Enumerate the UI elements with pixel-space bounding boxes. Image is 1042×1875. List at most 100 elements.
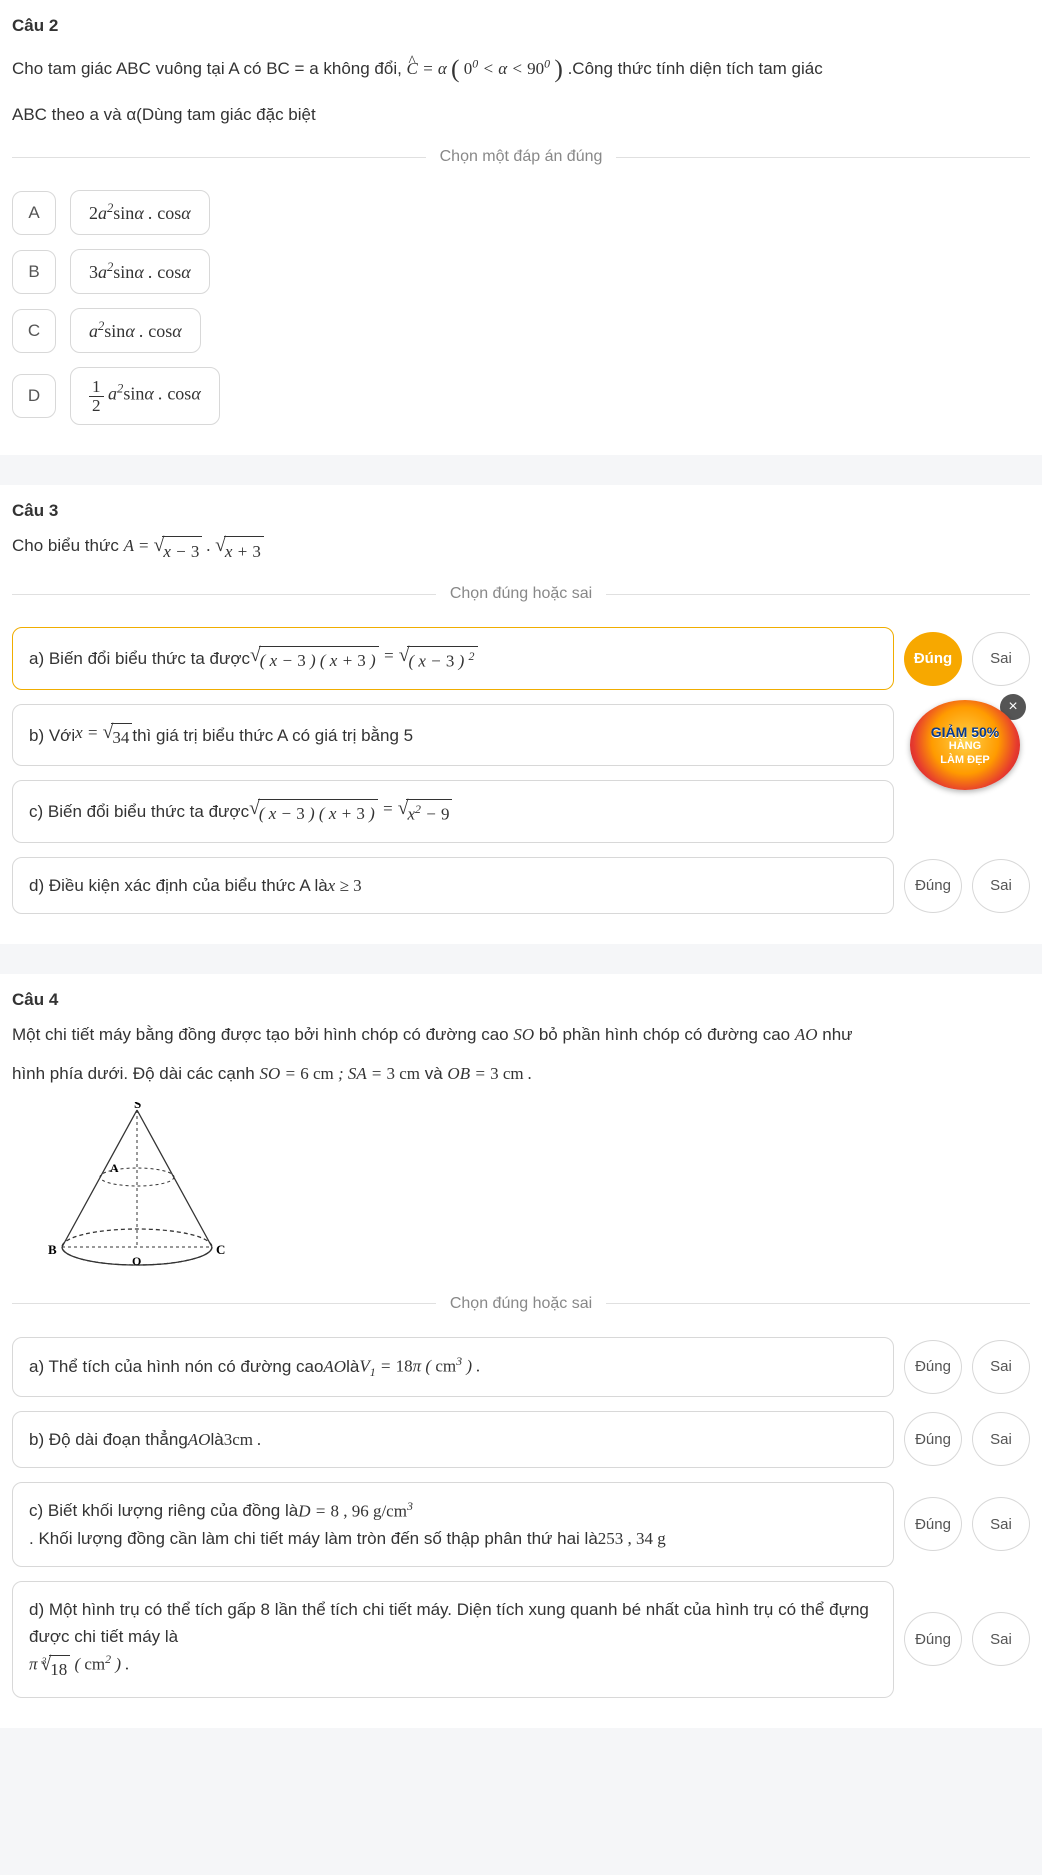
math-expression: C = α ( 00 < α < 900 ) [407,59,563,78]
math-expression: √ ( x − 3 ) ( x + 3 ) = √ ( x − 3 ) 2 [250,642,477,675]
option-d-radio[interactable]: D [12,374,56,418]
true-button[interactable]: Đúng [904,1340,962,1394]
label-o: O [132,1254,141,1268]
option-b-row: B 3a2sinα . cosα [12,249,1030,294]
statement-d-row: d) Điều kiện xác định của biểu thức A là… [12,857,1030,914]
question-title: Câu 3 [12,501,1030,521]
true-button[interactable]: Đúng [904,859,962,913]
statement-c-row: c) Biến đổi biểu thức ta được √ ( x − 3 … [12,780,1030,843]
text-fragment: Cho tam giác ABC vuông tại A có BC = a k… [12,59,407,78]
text-fragment: là [346,1353,359,1380]
false-button[interactable]: Sai [972,632,1030,686]
true-button[interactable]: Đúng [904,632,962,686]
statement-a[interactable]: a) Biến đổi biểu thức ta được √ ( x − 3 … [12,627,894,690]
math-expression: AO [795,1025,818,1044]
text-fragment: như [822,1025,852,1044]
divider-label: Chọn đúng hoặc sai [436,585,606,603]
text-fragment: b) Với [29,722,75,749]
text-fragment: b) Độ dài đoạn thẳng [29,1426,188,1453]
option-b-content[interactable]: 3a2sinα . cosα [70,249,210,294]
true-button[interactable]: Đúng [904,1412,962,1466]
text-fragment: .Công thức tính diện tích tam giác [568,59,823,78]
math-expression: π 3√18 ( cm2 ) . [29,1650,130,1683]
true-button[interactable]: Đúng [904,1497,962,1551]
text-fragment: a) Biến đổi biểu thức ta được [29,645,250,672]
math-expression: 2a2sinα . cosα [89,201,191,224]
statement-b[interactable]: b) Với x = √34 thì giá trị biểu thức A c… [12,704,894,766]
true-button[interactable]: Đúng [904,1612,962,1666]
text-fragment: là [210,1426,223,1453]
option-d-row: D 12 a2sinα . cosα [12,367,1030,424]
math-expression: SO [513,1025,534,1044]
divider-label: Chọn đúng hoặc sai [436,1295,606,1313]
option-b-radio[interactable]: B [12,250,56,294]
false-button[interactable]: Sai [972,1340,1030,1394]
question-2: Câu 2 Cho tam giác ABC vuông tại A có BC… [0,0,1042,455]
math-expression: OB = 3 cm . [447,1064,532,1083]
question-text: ABC theo a và α(Dùng tam giác đặc biệt [12,100,1030,131]
false-button[interactable]: Sai [972,1412,1030,1466]
label-s: S [134,1102,141,1111]
promo-line1: GIẢM 50% [931,724,999,741]
divider-line [12,157,426,158]
statement-a[interactable]: a) Thể tích của hình nón có đường cao AO… [12,1337,894,1397]
false-button[interactable]: Sai [972,859,1030,913]
text-fragment: thì giá trị biểu thức A có giá trị bằng … [132,722,413,749]
text-fragment: c) Biết khối lượng riêng của đồng là [29,1497,298,1524]
math-expression: 3a2sinα . cosα [89,260,191,283]
label-b: B [48,1242,57,1257]
question-text: Cho biểu thức A = √x − 3 . √x + 3 [12,531,1030,568]
false-button[interactable]: Sai [972,1612,1030,1666]
option-a-row: A 2a2sinα . cosα [12,190,1030,235]
promo-badge: × GIẢM 50% HÀNG LÀM ĐẸP [904,692,1024,782]
math-expression: 253 , 34 g [598,1525,666,1552]
math-expression: A = √x − 3 . √x + 3 [124,536,264,555]
statement-c[interactable]: c) Biến đổi biểu thức ta được √ ( x − 3 … [12,780,894,843]
promo-line3: LÀM ĐẸP [940,754,990,767]
math-expression: 3cm . [224,1426,262,1453]
text-fragment: Một chi tiết máy bằng đồng được tạo bởi … [12,1025,513,1044]
text-fragment: d) Một hình trụ có thể tích gấp 8 lần th… [29,1596,877,1650]
section-divider: Chọn đúng hoặc sai [12,1295,1030,1313]
false-button[interactable]: Sai [972,1497,1030,1551]
option-a-radio[interactable]: A [12,191,56,235]
math-expression: √ ( x − 3 ) ( x + 3 ) = √x2 − 9 [249,795,452,828]
statement-c[interactable]: c) Biết khối lượng riêng của đồng là D =… [12,1482,894,1567]
question-text: hình phía dưới. Độ dài các cạnh SO = 6 c… [12,1059,1030,1090]
cone-svg: S A B C O [42,1102,232,1272]
statement-a-row: a) Biến đổi biểu thức ta được √ ( x − 3 … [12,627,1030,690]
divider-line [12,594,436,595]
option-c-row: C a2sinα . cosα [12,308,1030,353]
text-fragment: d) Điều kiện xác định của biểu thức A là [29,872,328,899]
statement-b-row: b) Với x = √34 thì giá trị biểu thức A c… [12,704,1030,766]
option-d-content[interactable]: 12 a2sinα . cosα [70,367,220,424]
question-3: Câu 3 Cho biểu thức A = √x − 3 . √x + 3 … [0,485,1042,945]
text-fragment: a) Thể tích của hình nón có đường cao [29,1353,323,1380]
math-expression: D = 8 , 96 g/cm3 [298,1497,413,1525]
math-expression: AO [188,1426,211,1453]
text-fragment: hình phía dưới. Độ dài các cạnh [12,1064,259,1083]
option-a-content[interactable]: 2a2sinα . cosα [70,190,210,235]
math-expression: V1 = 18π ( cm3 ) . [359,1352,480,1382]
label-c: C [216,1242,225,1257]
close-icon[interactable]: × [1000,694,1026,720]
statement-d[interactable]: d) Một hình trụ có thể tích gấp 8 lần th… [12,1581,894,1698]
statement-b[interactable]: b) Độ dài đoạn thẳng AO là 3cm . [12,1411,894,1468]
divider-line [606,1303,1030,1304]
statement-d-row: d) Một hình trụ có thể tích gấp 8 lần th… [12,1581,1030,1698]
statement-d[interactable]: d) Điều kiện xác định của biểu thức A là… [12,857,894,914]
statement-a-row: a) Thể tích của hình nón có đường cao AO… [12,1337,1030,1397]
label-a: A [110,1161,119,1175]
statement-c-row: c) Biết khối lượng riêng của đồng là D =… [12,1482,1030,1567]
divider-line [606,594,1030,595]
option-c-radio[interactable]: C [12,309,56,353]
text-fragment: Cho biểu thức [12,536,124,555]
divider-label: Chọn một đáp án đúng [426,148,617,166]
question-text: Một chi tiết máy bằng đồng được tạo bởi … [12,1020,1030,1051]
statement-b-row: b) Độ dài đoạn thẳng AO là 3cm . Đúng Sa… [12,1411,1030,1468]
text-fragment: và [425,1064,448,1083]
divider-line [12,1303,436,1304]
question-title: Câu 2 [12,16,1030,36]
math-expression: a2sinα . cosα [89,319,182,342]
option-c-content[interactable]: a2sinα . cosα [70,308,201,353]
